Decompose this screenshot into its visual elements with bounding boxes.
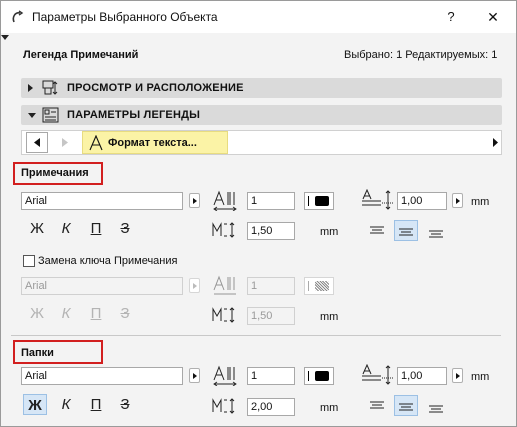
align-right-button[interactable] bbox=[424, 398, 448, 419]
italic-button[interactable]: К bbox=[54, 394, 78, 415]
override-font-menu-button[interactable] bbox=[189, 278, 200, 293]
underline-button[interactable]: П bbox=[84, 394, 108, 415]
section-divider bbox=[11, 335, 501, 336]
page-selector-text-format[interactable]: Формат текста... bbox=[82, 131, 228, 154]
strikethrough-button[interactable]: З bbox=[113, 394, 137, 415]
dialog-window: Параметры Выбранного Объекта ? ✕ Легенда… bbox=[0, 0, 517, 427]
panel-view-placement[interactable]: ПРОСМОТР И РАСПОЛОЖЕНИЕ bbox=[21, 78, 502, 98]
bold-button[interactable]: Ж bbox=[25, 218, 49, 239]
panel-label: ПАРАМЕТРЫ ЛЕГЕНДЫ bbox=[67, 109, 201, 121]
collapse-corner-icon[interactable] bbox=[1, 35, 9, 40]
bold-button[interactable]: Ж bbox=[25, 303, 49, 324]
strikethrough-button[interactable]: З bbox=[113, 303, 137, 324]
key-override-label: Замена ключа Примечания bbox=[38, 255, 178, 267]
legend-settings-icon bbox=[42, 107, 59, 123]
page-selector-label: Формат текста... bbox=[108, 137, 197, 149]
notes-width-field[interactable]: 1 bbox=[247, 192, 295, 210]
prev-page-button[interactable] bbox=[26, 132, 48, 153]
folders-size-field[interactable]: 1,00 bbox=[397, 367, 447, 385]
unit-label: mm bbox=[320, 226, 339, 238]
strikethrough-button[interactable]: З bbox=[113, 218, 137, 239]
line-spacing-icon bbox=[212, 307, 235, 323]
view-placement-icon bbox=[42, 80, 58, 95]
app-icon bbox=[12, 10, 24, 23]
notes-pen-color[interactable] bbox=[304, 192, 334, 210]
italic-button[interactable]: К bbox=[54, 303, 78, 324]
key-override-checkbox[interactable] bbox=[23, 255, 35, 267]
override-width-field[interactable]: 1 bbox=[247, 277, 295, 295]
italic-button[interactable]: К bbox=[54, 218, 78, 239]
text-width-icon bbox=[213, 275, 236, 295]
align-center-button[interactable] bbox=[394, 220, 418, 241]
folders-font-menu-button[interactable] bbox=[189, 368, 200, 383]
text-width-icon bbox=[213, 365, 237, 386]
align-right-icon bbox=[429, 405, 443, 413]
unit-label: mm bbox=[320, 402, 339, 414]
help-button[interactable]: ? bbox=[439, 7, 463, 27]
notes-size-menu-button[interactable] bbox=[452, 193, 463, 208]
align-right-button[interactable] bbox=[424, 223, 448, 244]
text-format-icon bbox=[89, 135, 103, 151]
notes-spacing-field[interactable]: 1,50 bbox=[247, 222, 295, 240]
folders-width-field[interactable]: 1 bbox=[247, 367, 295, 385]
folders-spacing-field[interactable]: 2,00 bbox=[247, 398, 295, 416]
arrow-right-icon bbox=[62, 138, 68, 147]
page-menu-arrow-icon[interactable] bbox=[493, 138, 499, 147]
line-spacing-icon bbox=[212, 222, 235, 238]
line-spacing-icon bbox=[212, 398, 235, 414]
object-type-label: Легенда Примечаний bbox=[23, 49, 139, 61]
align-left-button[interactable] bbox=[365, 395, 389, 416]
folders-font-select[interactable]: Arial bbox=[21, 367, 183, 385]
next-page-button[interactable] bbox=[53, 132, 75, 153]
align-left-icon bbox=[370, 226, 384, 234]
override-spacing-field[interactable]: 1,50 bbox=[247, 307, 295, 325]
align-center-button[interactable] bbox=[394, 395, 418, 416]
selection-status: Выбрано: 1 Редактируемых: 1 bbox=[344, 49, 498, 61]
underline-button[interactable]: П bbox=[84, 303, 108, 324]
notes-font-menu-button[interactable] bbox=[189, 193, 200, 208]
panel-label: ПРОСМОТР И РАСПОЛОЖЕНИЕ bbox=[67, 82, 244, 94]
arrow-left-icon bbox=[34, 138, 40, 147]
title-bar: Параметры Выбранного Объекта ? ✕ bbox=[1, 1, 516, 33]
align-left-button[interactable] bbox=[365, 220, 389, 241]
notes-size-field[interactable]: 1,00 bbox=[397, 192, 447, 210]
folders-section-label: Папки bbox=[21, 347, 54, 359]
notes-font-select[interactable]: Arial bbox=[21, 192, 183, 210]
align-center-icon bbox=[399, 228, 413, 236]
text-size-icon bbox=[362, 364, 393, 385]
close-button[interactable]: ✕ bbox=[480, 7, 506, 27]
unit-label: mm bbox=[320, 311, 339, 323]
page-navigator: Формат текста... bbox=[21, 130, 502, 155]
align-right-icon bbox=[429, 230, 443, 238]
text-size-icon bbox=[362, 189, 393, 210]
unit-label: mm bbox=[471, 196, 490, 208]
notes-section-label: Примечания bbox=[21, 167, 89, 179]
align-center-icon bbox=[399, 403, 413, 411]
bold-button[interactable]: Ж bbox=[23, 394, 47, 415]
text-width-icon bbox=[213, 190, 237, 211]
chevron-down-icon bbox=[28, 113, 36, 118]
panel-legend-settings[interactable]: ПАРАМЕТРЫ ЛЕГЕНДЫ bbox=[21, 105, 502, 125]
override-font-select[interactable]: Arial bbox=[21, 277, 183, 295]
folders-pen-color[interactable] bbox=[304, 367, 334, 385]
unit-label: mm bbox=[471, 371, 490, 383]
override-pen-color[interactable] bbox=[304, 277, 334, 295]
chevron-right-icon bbox=[28, 84, 33, 92]
align-left-icon bbox=[370, 401, 384, 409]
folders-size-menu-button[interactable] bbox=[452, 368, 463, 383]
window-title: Параметры Выбранного Объекта bbox=[32, 10, 218, 24]
underline-button[interactable]: П bbox=[84, 218, 108, 239]
